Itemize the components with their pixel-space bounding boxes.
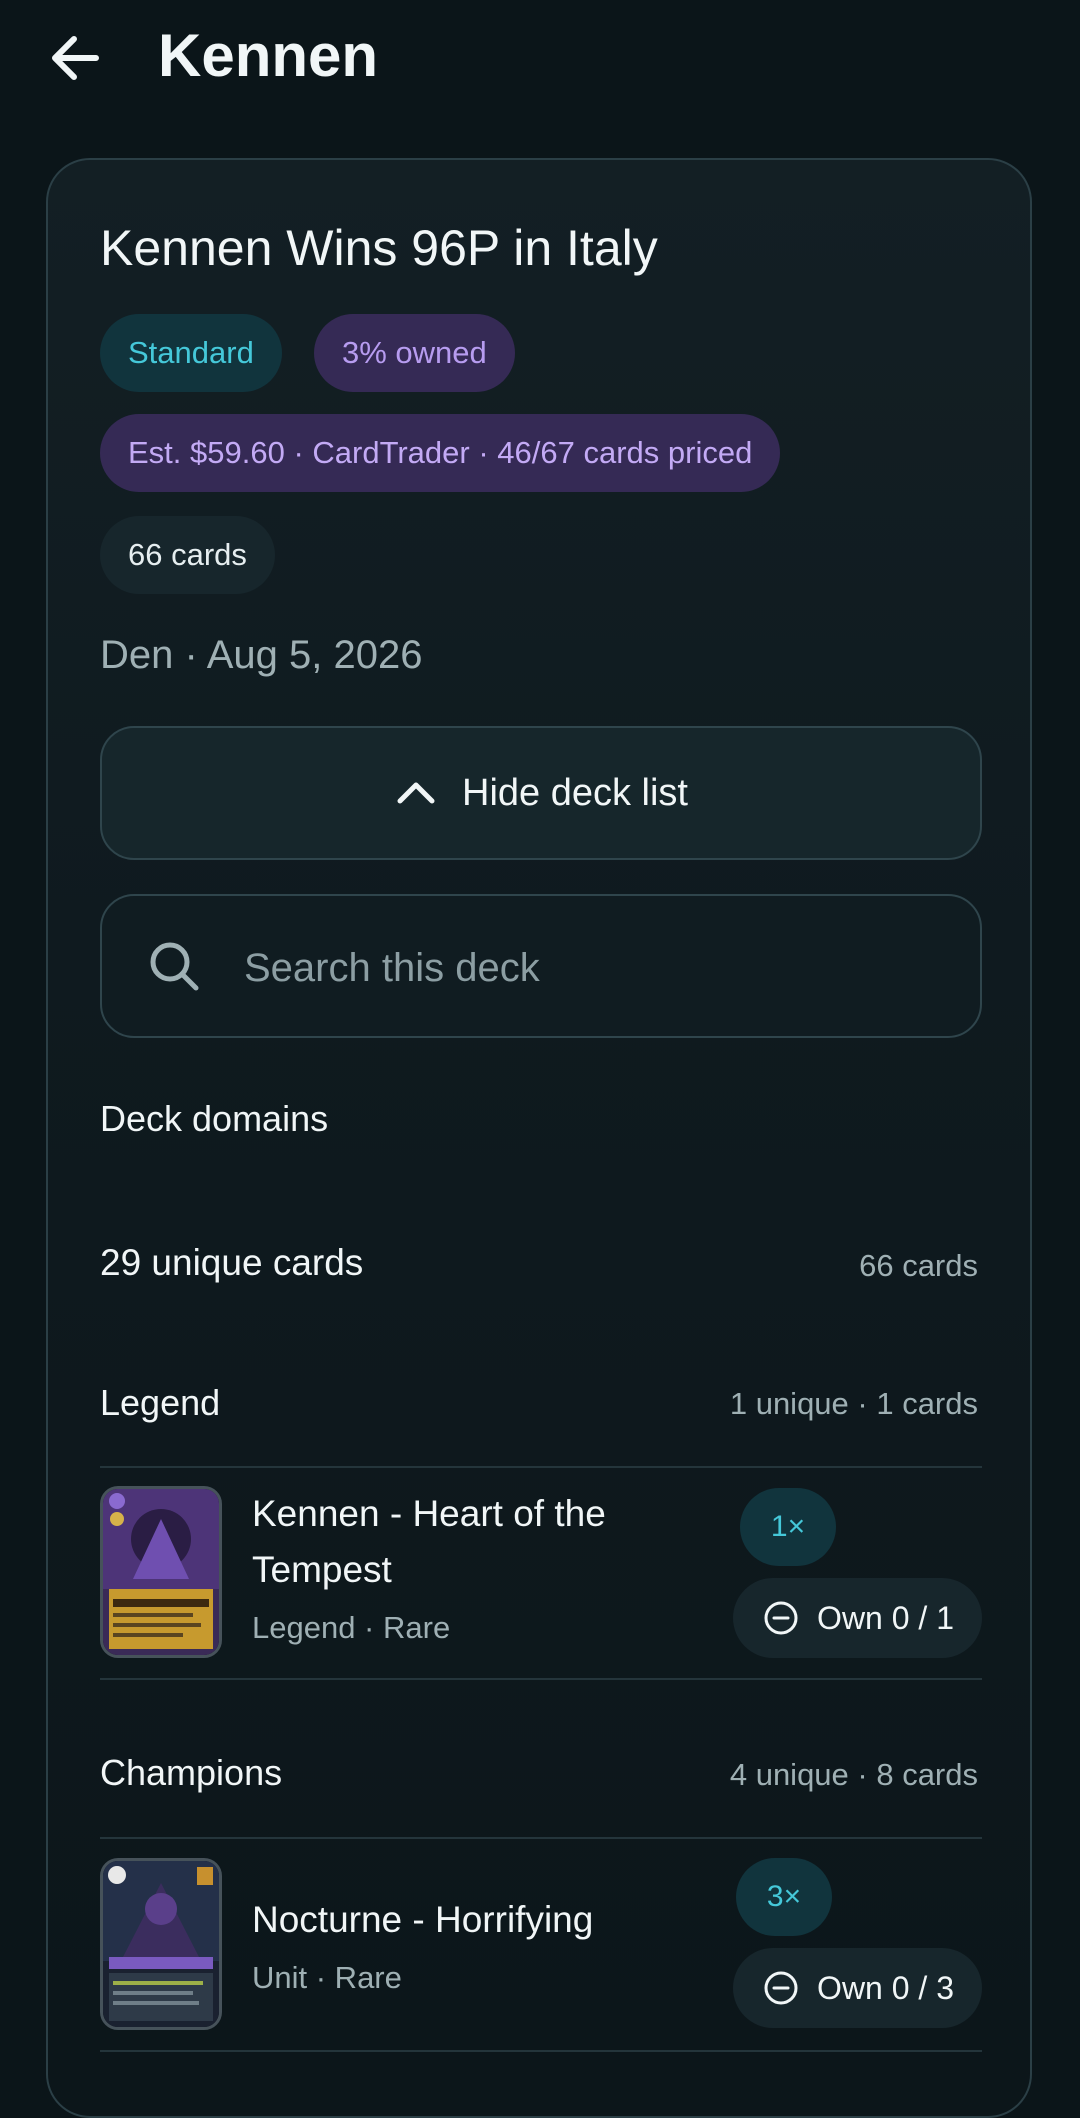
- card-type: Legend · Rare: [252, 1610, 451, 1645]
- deck-card: Kennen Wins 96P in Italy Standard 3% own…: [46, 158, 1032, 2118]
- app-bar: Kennen: [0, 0, 1080, 116]
- chevron-up-icon: [397, 782, 435, 804]
- deck-author-date: Den · Aug 5, 2026: [100, 633, 423, 677]
- format-badge: Standard: [100, 314, 282, 392]
- card-thumbnail: [100, 1486, 222, 1658]
- divider: [100, 1466, 982, 1468]
- divider: [100, 1678, 982, 1680]
- minus-circle-icon: [764, 1601, 798, 1635]
- minus-circle-icon: [764, 1971, 798, 2005]
- card-name: Nocturne - Horrifying: [252, 1899, 594, 1940]
- arrow-left-icon: [52, 36, 99, 80]
- divider: [100, 1837, 982, 1839]
- unique-cards-count: 29 unique cards: [100, 1242, 364, 1283]
- deck-title: Kennen Wins 96P in Italy: [100, 220, 658, 276]
- hide-deck-list-button[interactable]: Hide deck list: [100, 726, 982, 860]
- section-title-champions: Champions: [100, 1752, 283, 1793]
- card-name: Kennen - Heart of the Tempest: [252, 1493, 606, 1590]
- price-badge: Est. $59.60 · CardTrader · 46/67 cards p…: [100, 414, 781, 492]
- own-count-label: Own 0 / 3: [817, 1969, 954, 2006]
- section-title-legend: Legend: [100, 1382, 221, 1423]
- search-field[interactable]: [100, 894, 982, 1038]
- total-cards-count: 66 cards: [859, 1248, 978, 1283]
- own-count-label: Own 0 / 1: [817, 1599, 954, 1636]
- search-icon: [150, 942, 199, 991]
- section-meta-legend: 1 unique · 1 cards: [729, 1386, 978, 1421]
- back-button[interactable]: [44, 26, 108, 90]
- own-count-button[interactable]: Own 0 / 1: [733, 1578, 982, 1658]
- page-title: Kennen: [158, 22, 379, 89]
- card-row[interactable]: Nocturne - Horrifying Unit · Rare 3× Own…: [100, 1858, 982, 2030]
- card-type: Unit · Rare: [252, 1960, 402, 1995]
- card-row[interactable]: Kennen - Heart of the Tempest Legend · R…: [100, 1486, 982, 1658]
- own-count-button[interactable]: Own 0 / 3: [733, 1948, 982, 2028]
- section-meta-champions: 4 unique · 8 cards: [729, 1757, 978, 1792]
- card-thumbnail: [100, 1858, 222, 2030]
- deck-domains-label: Deck domains: [100, 1098, 329, 1139]
- search-input[interactable]: [242, 932, 946, 1004]
- quantity-badge: 3×: [736, 1858, 832, 1936]
- card-count-badge: 66 cards: [100, 516, 275, 594]
- hide-deck-list-label: Hide deck list: [462, 771, 688, 814]
- owned-badge: 3% owned: [314, 314, 515, 392]
- quantity-badge: 1×: [740, 1488, 836, 1566]
